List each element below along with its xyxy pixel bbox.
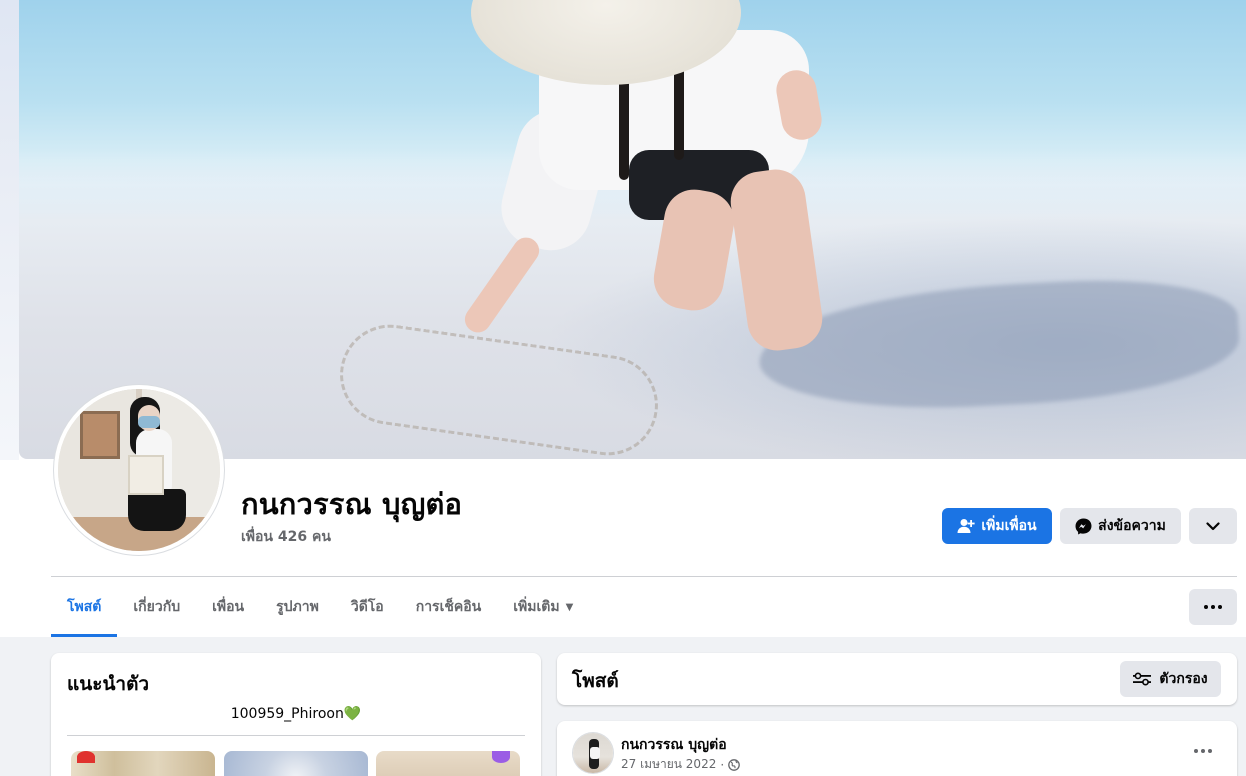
profile-avatar[interactable] bbox=[54, 385, 224, 555]
left-gutter bbox=[0, 0, 19, 460]
tab-about[interactable]: เกี่ยวกับ bbox=[117, 577, 196, 637]
add-friend-label: เพิ่มเพื่อน bbox=[981, 518, 1037, 534]
tab-posts[interactable]: โพสต์ bbox=[51, 577, 118, 637]
filter-button[interactable]: ตัวกรอง bbox=[1120, 661, 1221, 697]
tab-friends[interactable]: เพื่อน bbox=[196, 577, 260, 637]
tab-photos[interactable]: รูปภาพ bbox=[260, 577, 335, 637]
filter-sliders-icon bbox=[1133, 672, 1152, 686]
featured-photo[interactable] bbox=[71, 751, 215, 776]
more-dots-icon bbox=[1194, 749, 1212, 753]
intro-title: แนะนำตัว bbox=[67, 673, 150, 695]
profile-tabs: โพสต์ เกี่ยวกับ เพื่อน รูปภาพ วิดีโอ การ… bbox=[51, 577, 589, 637]
tab-label: รูปภาพ bbox=[276, 599, 319, 615]
globe-icon bbox=[728, 758, 741, 771]
intro-divider bbox=[67, 735, 525, 736]
profile-name: กนกวรรณ บุญต่อ bbox=[241, 487, 463, 521]
posts-header-card: โพสต์ ตัวกรอง bbox=[557, 653, 1237, 705]
tab-label: เกี่ยวกับ bbox=[133, 599, 181, 615]
intro-card: แนะนำตัว 100959_Phiroon💚 bbox=[51, 653, 541, 776]
tab-checkins[interactable]: การเช็คอิน bbox=[400, 577, 498, 637]
post-card: กนกวรรณ บุญต่อ 27 เมษายน 2022 · bbox=[557, 721, 1237, 776]
profile-header: กนกวรรณ บุญต่อ เพื่อน 426 คน เพิ่มเพื่อน… bbox=[0, 0, 1246, 637]
meta-separator: · bbox=[720, 757, 725, 772]
add-friend-button[interactable]: เพิ่มเพื่อน bbox=[942, 508, 1052, 544]
featured-photo[interactable] bbox=[376, 751, 520, 776]
featured-photo[interactable] bbox=[224, 751, 368, 776]
tabs-options-button[interactable] bbox=[1189, 589, 1237, 625]
post-options-button[interactable] bbox=[1185, 737, 1221, 765]
caret-down-icon: ▼ bbox=[565, 601, 574, 613]
profile-more-button[interactable] bbox=[1189, 508, 1237, 544]
tab-label: เพื่อน bbox=[212, 599, 245, 615]
tab-label: การเช็คอิน bbox=[415, 599, 482, 615]
tab-more[interactable]: เพิ่มเติม ▼ bbox=[497, 577, 589, 637]
green-heart-icon: 💚 bbox=[343, 706, 362, 722]
add-friend-icon bbox=[957, 519, 975, 533]
message-button[interactable]: ส่งข้อความ bbox=[1060, 508, 1181, 544]
messenger-icon bbox=[1075, 518, 1092, 534]
posts-title: โพสต์ bbox=[572, 670, 619, 692]
tab-label: โพสต์ bbox=[67, 599, 102, 615]
friends-count[interactable]: เพื่อน 426 คน bbox=[241, 526, 331, 548]
post-author-avatar[interactable] bbox=[573, 733, 613, 773]
post-date[interactable]: 27 เมษายน 2022 bbox=[621, 755, 716, 774]
tab-label: เพิ่มเติม bbox=[513, 599, 560, 615]
tab-label: วิดีโอ bbox=[350, 599, 384, 615]
post-meta: 27 เมษายน 2022 · bbox=[621, 755, 741, 774]
tab-videos[interactable]: วิดีโอ bbox=[335, 577, 400, 637]
chevron-down-icon bbox=[1206, 521, 1220, 530]
filter-label: ตัวกรอง bbox=[1159, 671, 1208, 687]
message-label: ส่งข้อความ bbox=[1098, 518, 1166, 534]
intro-bio-text: 100959_Phiroon bbox=[230, 706, 344, 722]
post-author-name[interactable]: กนกวรรณ บุญต่อ bbox=[621, 734, 727, 756]
intro-bio: 100959_Phiroon💚 bbox=[51, 706, 541, 722]
more-dots-icon bbox=[1204, 605, 1222, 609]
